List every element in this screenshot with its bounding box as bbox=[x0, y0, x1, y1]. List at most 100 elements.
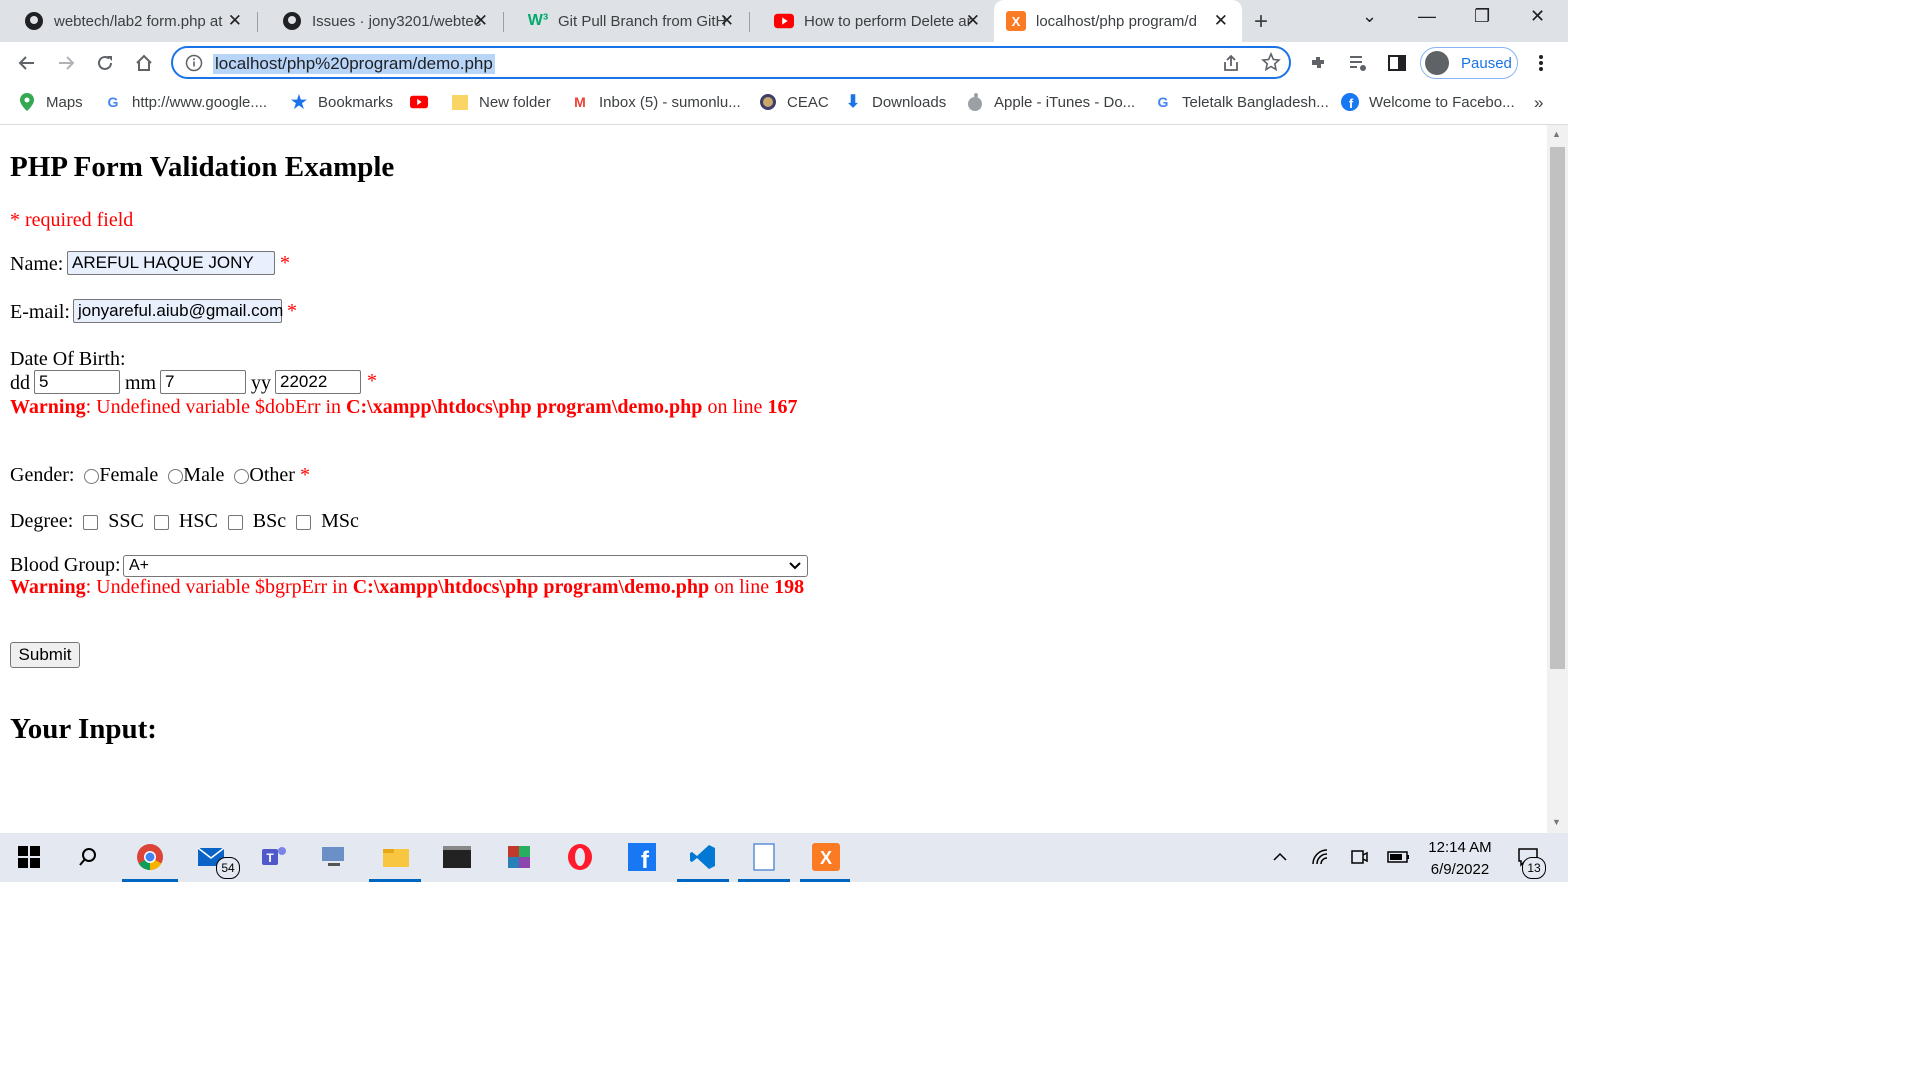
gender-radio-female[interactable] bbox=[84, 468, 100, 484]
dd-label: dd bbox=[10, 372, 30, 394]
bookmark-gmail[interactable]: M Inbox (5) - sumonlu... bbox=[571, 93, 741, 111]
profile-button[interactable]: Paused bbox=[1420, 47, 1518, 79]
battery-icon[interactable] bbox=[1383, 841, 1415, 873]
address-bar[interactable]: localhost/php%20program/demo.php bbox=[171, 46, 1291, 79]
submit-button[interactable]: Submit bbox=[10, 642, 80, 668]
share-icon[interactable] bbox=[1221, 53, 1241, 78]
mm-input[interactable]: 7 bbox=[160, 370, 246, 394]
degree-checkbox-hsc[interactable] bbox=[153, 514, 169, 530]
notepad-icon[interactable] bbox=[748, 841, 780, 873]
gender-radio-male[interactable] bbox=[168, 468, 184, 484]
facebook-app-icon[interactable]: f bbox=[626, 841, 658, 873]
your-input-heading: Your Input: bbox=[10, 713, 157, 745]
dd-input[interactable]: 5 bbox=[34, 370, 120, 394]
back-icon[interactable] bbox=[14, 50, 40, 76]
close-icon[interactable]: ✕ bbox=[474, 11, 488, 31]
tab-title: Issues · jony3201/webtec bbox=[312, 12, 482, 30]
email-label: E-mail: bbox=[10, 301, 70, 323]
google-icon: G bbox=[1157, 94, 1169, 110]
extensions-icon[interactable] bbox=[1306, 50, 1332, 76]
windows-taskbar: 54 T f X 12:14 AM 6/9/2022 13 bbox=[0, 833, 1568, 882]
blood-group-select[interactable]: A+ bbox=[123, 555, 808, 577]
minimize-icon[interactable]: — bbox=[1418, 6, 1436, 27]
tab-2[interactable]: Issues · jony3201/webtec ✕ bbox=[258, 0, 502, 42]
gender-radio-other[interactable] bbox=[234, 468, 250, 484]
search-icon[interactable] bbox=[72, 841, 104, 873]
bookmark-star-icon[interactable] bbox=[1261, 51, 1281, 77]
avatar bbox=[1425, 51, 1449, 75]
svg-text:X: X bbox=[1012, 14, 1021, 29]
home-icon[interactable] bbox=[131, 50, 157, 76]
network-computer-icon[interactable] bbox=[318, 841, 350, 873]
gender-label: Gender: bbox=[10, 464, 75, 486]
tab-4[interactable]: How to perform Delete ar ✕ bbox=[750, 0, 994, 42]
wifi-icon[interactable] bbox=[1305, 841, 1337, 873]
close-icon[interactable]: ✕ bbox=[1214, 11, 1228, 31]
name-input[interactable]: AREFUL HAQUE JONY bbox=[67, 251, 275, 275]
window-close-icon[interactable]: ✕ bbox=[1530, 6, 1545, 27]
bookmark-apple-itunes[interactable]: Apple - iTunes - Do... bbox=[966, 93, 1135, 111]
restore-icon[interactable]: ❐ bbox=[1474, 6, 1490, 27]
yy-input[interactable]: 22022 bbox=[275, 370, 361, 394]
bookmark-google[interactable]: Ghttp://www.google.... bbox=[104, 93, 268, 111]
camera-icon[interactable] bbox=[1343, 841, 1375, 873]
tab-strip: webtech/lab2 form.php at ✕ Issues · jony… bbox=[0, 0, 1568, 42]
required-asterisk: * bbox=[367, 370, 377, 392]
menu-kebab-icon[interactable] bbox=[1528, 50, 1554, 76]
opera-icon[interactable] bbox=[564, 841, 596, 873]
forward-icon[interactable] bbox=[53, 50, 79, 76]
tab-search-chevron-icon[interactable]: ⌄ bbox=[1362, 6, 1377, 27]
gender-option-label: Other bbox=[249, 464, 295, 486]
bookmark-bookmarks[interactable]: ★ Bookmarks bbox=[290, 92, 393, 112]
teams-icon[interactable]: T bbox=[258, 841, 290, 873]
tab-title: webtech/lab2 form.php at bbox=[54, 12, 223, 30]
bookmark-facebook[interactable]: f Welcome to Facebo... bbox=[1341, 93, 1515, 111]
bookmark-ceac[interactable]: CEAC bbox=[759, 93, 829, 111]
url-text[interactable]: localhost/php%20program/demo.php bbox=[213, 54, 495, 74]
close-icon[interactable]: ✕ bbox=[228, 11, 242, 31]
bookmark-youtube[interactable] bbox=[410, 93, 438, 111]
page-scrollbar[interactable]: ▲ ▼ bbox=[1547, 125, 1568, 833]
google-icon: G bbox=[107, 94, 119, 110]
bookmark-new-folder[interactable]: New folder bbox=[451, 93, 551, 111]
dob-warning: Warning: Undefined variable $dobErr in C… bbox=[10, 396, 798, 418]
new-tab-icon[interactable]: + bbox=[1254, 8, 1268, 36]
chevron-up-icon[interactable] bbox=[1264, 841, 1296, 873]
scroll-down-icon[interactable]: ▼ bbox=[1552, 817, 1561, 827]
page-content: PHP Form Validation Example * required f… bbox=[0, 125, 1547, 833]
terminal-icon[interactable] bbox=[441, 841, 473, 873]
vscode-icon[interactable] bbox=[687, 841, 719, 873]
chrome-icon[interactable] bbox=[134, 841, 166, 873]
reload-icon[interactable] bbox=[92, 50, 118, 76]
email-input[interactable]: jonyareful.aiub@gmail.com bbox=[73, 299, 283, 323]
tab-5-active[interactable]: X localhost/php program/d ✕ bbox=[994, 0, 1242, 42]
side-panel-icon[interactable] bbox=[1384, 50, 1410, 76]
close-icon[interactable]: ✕ bbox=[720, 11, 734, 31]
apple-icon bbox=[966, 93, 984, 111]
mm-label: mm bbox=[125, 372, 157, 394]
degree-checkbox-bsc[interactable] bbox=[227, 514, 243, 530]
name-label: Name: bbox=[10, 253, 64, 275]
svg-text:f: f bbox=[1349, 96, 1354, 111]
mail-badge: 54 bbox=[216, 857, 240, 879]
bookmarks-overflow-icon[interactable]: » bbox=[1534, 93, 1543, 113]
tab-3[interactable]: W³ Git Pull Branch from GitH ✕ bbox=[504, 0, 748, 42]
bookmark-downloads[interactable]: ⬇ Downloads bbox=[844, 92, 946, 111]
windows-start-icon[interactable] bbox=[13, 841, 45, 873]
seal-icon bbox=[759, 93, 777, 111]
winrar-icon[interactable] bbox=[503, 841, 535, 873]
close-icon[interactable]: ✕ bbox=[966, 11, 980, 31]
system-clock[interactable]: 12:14 AM 6/9/2022 bbox=[1420, 837, 1500, 881]
scroll-up-icon[interactable]: ▲ bbox=[1552, 129, 1561, 139]
tab-1[interactable]: webtech/lab2 form.php at ✕ bbox=[0, 0, 256, 42]
xampp-app-icon[interactable]: X bbox=[810, 841, 842, 873]
file-explorer-icon[interactable] bbox=[380, 841, 412, 873]
media-icon[interactable] bbox=[1345, 50, 1371, 76]
degree-checkbox-ssc[interactable] bbox=[83, 514, 99, 530]
site-info-icon[interactable] bbox=[185, 54, 203, 77]
degree-checkbox-msc[interactable] bbox=[296, 514, 312, 530]
bookmark-maps[interactable]: Maps bbox=[18, 93, 83, 111]
scrollbar-thumb[interactable] bbox=[1550, 147, 1565, 669]
blood-group-warning: Warning: Undefined variable $bgrpErr in … bbox=[10, 576, 805, 598]
bookmark-teletalk[interactable]: G Teletalk Bangladesh... bbox=[1154, 93, 1329, 111]
